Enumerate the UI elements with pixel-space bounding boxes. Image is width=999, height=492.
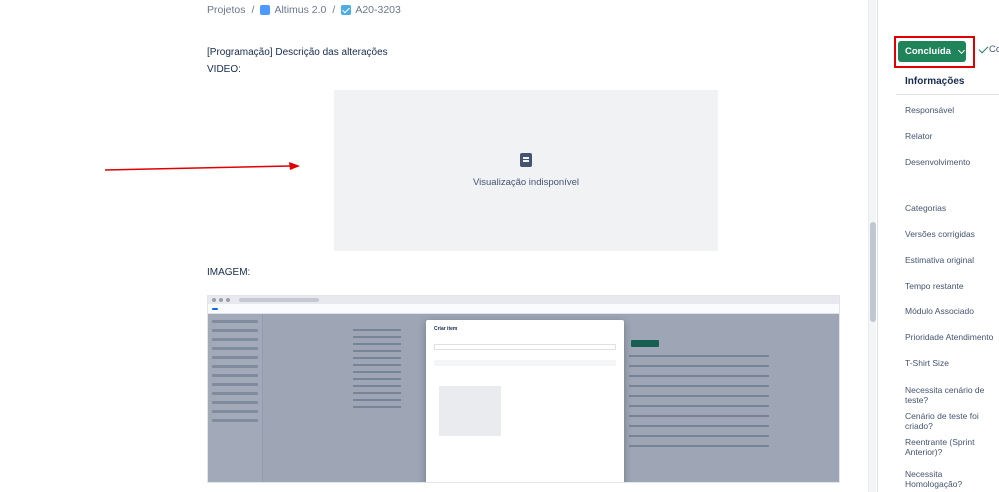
file-icon <box>520 153 532 167</box>
field-necessita-homologacao: Necessita Homologação? <box>905 469 963 489</box>
field-estimativa-original: Estimativa original <box>905 255 974 265</box>
embedded-app-topbar <box>208 304 839 314</box>
video-label: VIDEO: <box>207 64 241 75</box>
project-icon <box>260 5 271 15</box>
breadcrumb-separator: / <box>332 4 336 16</box>
task-icon <box>341 5 352 15</box>
breadcrumb-project-link[interactable]: Altimus 2.0 <box>260 4 326 16</box>
embedded-browser-bar <box>208 296 839 304</box>
section-title: [Programação] Descrição das alterações <box>207 47 388 58</box>
preview-unavailable-text: Visualização indisponível <box>473 177 579 188</box>
field-cenario-teste-criado: Cenário de teste foi criado? <box>905 411 979 431</box>
embedded-screenshot-image[interactable]: Criar item <box>207 295 840 483</box>
breadcrumb-projects-link[interactable]: Projetos <box>207 4 246 16</box>
info-section-header[interactable]: Informações <box>905 76 964 87</box>
breadcrumb-issue-link[interactable]: A20-3203 <box>341 4 401 16</box>
status-label: Concluída <box>905 46 951 57</box>
breadcrumb: Projetos / Altimus 2.0 / A20-3203 <box>207 2 401 18</box>
image-label: IMAGEM: <box>207 267 251 278</box>
resolution-indicator: Co <box>978 43 999 55</box>
main-scrollbar[interactable] <box>868 0 876 492</box>
field-necessita-cenario-teste: Necessita cenário de teste? <box>905 385 985 405</box>
field-responsavel: Responsável <box>905 105 955 115</box>
field-categorias: Categorias <box>905 203 947 213</box>
embedded-create-button <box>212 307 218 310</box>
field-modulo-associado: Módulo Associado <box>905 306 974 316</box>
embedded-modal-title: Criar item <box>434 326 458 332</box>
field-desenvolvimento: Desenvolvimento <box>905 157 971 167</box>
embedded-create-modal: Criar item <box>426 320 624 482</box>
scrollbar-thumb[interactable] <box>870 222 876 322</box>
breadcrumb-issue-label: A20-3203 <box>355 4 401 16</box>
field-versoes-corrigidas: Versões corrigidas <box>905 229 975 239</box>
divider <box>896 94 999 95</box>
check-icon <box>978 43 989 53</box>
video-attachment-preview[interactable]: Visualização indisponível <box>334 90 718 251</box>
breadcrumb-project-label: Altimus 2.0 <box>274 4 327 16</box>
field-relator: Relator <box>905 131 933 141</box>
red-arrow-annotation <box>104 162 300 171</box>
field-reentrante: Reentrante (Sprint Anterior)? <box>905 437 975 457</box>
field-tshirt-size: T-Shirt Size <box>905 358 949 368</box>
breadcrumb-separator: / <box>251 4 255 16</box>
chevron-down-icon <box>957 46 965 54</box>
field-tempo-restante: Tempo restante <box>905 281 964 291</box>
status-button[interactable]: Concluída <box>898 41 966 62</box>
field-prioridade-atendimento: Prioridade Atendimento <box>905 332 994 342</box>
resolution-label: Co <box>989 44 999 55</box>
